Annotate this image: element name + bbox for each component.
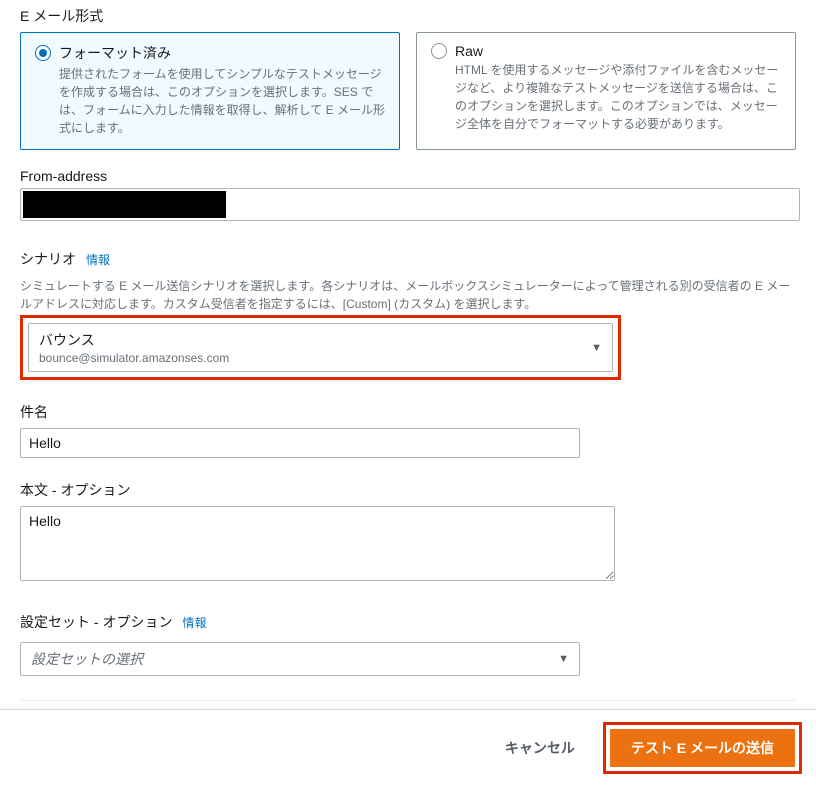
radio-formatted-title: フォーマット済み <box>59 43 171 63</box>
scenario-selected-sub: bounce@simulator.amazonses.com <box>39 351 229 365</box>
submit-highlight: テスト E メールの送信 <box>603 722 802 774</box>
from-address-label: From-address <box>20 168 796 184</box>
body-textarea[interactable] <box>20 506 615 581</box>
radio-raw-title: Raw <box>455 43 483 59</box>
radio-raw-desc: HTML を使用するメッセージや添付ファイルを含むメッセージなど、より複雑なテス… <box>455 61 781 133</box>
subject-input[interactable] <box>20 428 580 458</box>
cancel-button[interactable]: キャンセル <box>491 730 589 766</box>
chevron-down-icon: ▼ <box>591 342 602 354</box>
body-label: 本文 - オプション <box>20 480 796 500</box>
email-format-options: フォーマット済み 提供されたフォームを使用してシンプルなテストメッセージを作成す… <box>20 32 796 150</box>
subject-label: 件名 <box>20 402 796 422</box>
scenario-label: シナリオ <box>20 249 76 269</box>
config-set-info-link[interactable]: 情報 <box>182 614 206 631</box>
radio-raw[interactable]: Raw HTML を使用するメッセージや添付ファイルを含むメッセージなど、より複… <box>416 32 796 150</box>
config-set-label: 設定セット - オプション <box>20 612 172 632</box>
email-format-label: E メール形式 <box>20 6 796 26</box>
from-address-redacted <box>23 191 226 218</box>
radio-icon <box>431 43 447 59</box>
config-set-select[interactable]: 設定セットの選択 ▼ <box>20 642 580 676</box>
footer: キャンセル テスト E メールの送信 <box>0 709 816 786</box>
scenario-select[interactable]: バウンス bounce@simulator.amazonses.com ▼ <box>28 323 613 372</box>
scenario-highlight: バウンス bounce@simulator.amazonses.com ▼ <box>20 315 621 380</box>
from-address-field[interactable] <box>20 188 800 221</box>
radio-formatted[interactable]: フォーマット済み 提供されたフォームを使用してシンプルなテストメッセージを作成す… <box>20 32 400 150</box>
scenario-info-link[interactable]: 情報 <box>86 251 110 268</box>
radio-formatted-desc: 提供されたフォームを使用してシンプルなテストメッセージを作成する場合は、このオプ… <box>59 65 385 137</box>
send-test-email-button[interactable]: テスト E メールの送信 <box>610 729 795 767</box>
scenario-help: シミュレートする E メール送信シナリオを選択します。各シナリオは、メールボック… <box>20 277 796 313</box>
radio-icon <box>35 45 51 61</box>
chevron-down-icon: ▼ <box>558 653 569 665</box>
divider <box>20 700 796 701</box>
config-set-placeholder: 設定セットの選択 <box>31 649 143 669</box>
scenario-selected: バウンス <box>39 330 229 350</box>
